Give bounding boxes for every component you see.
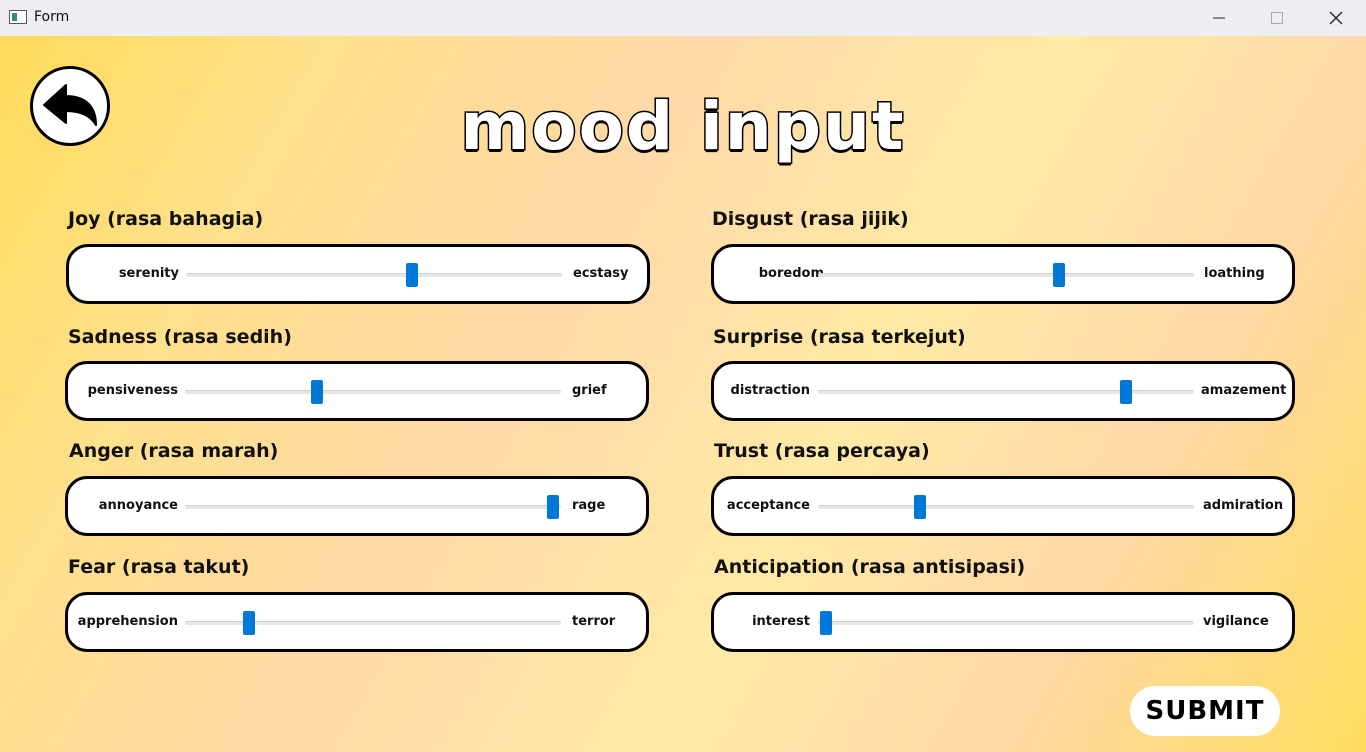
slider-thumb[interactable] — [913, 495, 926, 519]
emotion-label-trust: Trust (rasa percaya) — [714, 440, 930, 462]
emotion-label-sadness: Sadness (rasa sedih) — [68, 326, 292, 348]
slider-low-label: interest — [752, 614, 810, 629]
slider-low-label: boredom — [758, 266, 824, 281]
slider-box-fear: apprehension terror — [65, 592, 649, 652]
emotion-label-surprise: Surprise (rasa terkejut) — [713, 326, 966, 348]
slider-box-joy: serenity ecstasy — [66, 244, 650, 304]
slider-box-sadness: pensiveness grief — [65, 361, 649, 421]
slider-high-label: amazement — [1201, 383, 1287, 398]
slider-high-label: rage — [572, 498, 606, 513]
close-button[interactable] — [1307, 0, 1365, 36]
slider-trust[interactable] — [818, 495, 1194, 519]
minimize-icon — [1213, 17, 1225, 19]
slider-thumb[interactable] — [819, 611, 832, 635]
maximize-icon — [1271, 12, 1283, 24]
slider-thumb[interactable] — [547, 495, 560, 519]
slider-box-surprise: distraction amazement — [711, 361, 1295, 421]
slider-box-anticipation: interest vigilance — [711, 592, 1295, 652]
slider-thumb[interactable] — [310, 380, 323, 404]
slider-thumb[interactable] — [1120, 380, 1133, 404]
slider-box-trust: acceptance admiration — [711, 476, 1295, 536]
slider-high-label: loathing — [1204, 266, 1265, 281]
slider-low-label: pensiveness — [87, 383, 178, 398]
slider-surprise[interactable] — [818, 380, 1194, 404]
maximize-button[interactable] — [1248, 0, 1306, 36]
window-titlebar: Form — [0, 0, 1366, 36]
slider-box-disgust: boredom loathing — [711, 244, 1295, 304]
slider-box-anger: annoyance rage — [65, 476, 649, 536]
slider-joy[interactable] — [186, 263, 562, 287]
emotion-label-anger: Anger (rasa marah) — [69, 440, 279, 462]
slider-sadness[interactable] — [185, 380, 561, 404]
slider-low-label: acceptance — [726, 498, 810, 513]
window-title: Form — [34, 9, 70, 25]
slider-high-label: grief — [572, 383, 607, 398]
slider-anticipation[interactable] — [818, 611, 1194, 635]
close-icon — [1329, 11, 1343, 25]
minimize-button[interactable] — [1190, 0, 1248, 36]
slider-low-label: apprehension — [77, 614, 178, 629]
slider-low-label: distraction — [730, 383, 810, 398]
emotion-label-disgust: Disgust (rasa jijik) — [712, 208, 909, 230]
slider-fear[interactable] — [185, 611, 561, 635]
slider-high-label: admiration — [1203, 498, 1284, 513]
slider-high-label: terror — [572, 614, 616, 629]
slider-high-label: vigilance — [1203, 614, 1269, 629]
emotion-label-anticipation: Anticipation (rasa antisipasi) — [714, 556, 1026, 578]
submit-button[interactable]: SUBMIT — [1130, 686, 1280, 736]
slider-anger[interactable] — [185, 495, 561, 519]
slider-thumb[interactable] — [242, 611, 255, 635]
app-icon — [9, 10, 27, 24]
slider-high-label: ecstasy — [573, 266, 629, 281]
emotion-label-joy: Joy (rasa bahagia) — [68, 208, 264, 230]
form-area: mood input Joy (rasa bahagia) serenity e… — [0, 36, 1366, 752]
slider-disgust[interactable] — [818, 263, 1194, 287]
slider-thumb[interactable] — [405, 263, 418, 287]
page-title: mood input — [459, 87, 906, 167]
slider-thumb[interactable] — [1052, 263, 1065, 287]
slider-low-label: serenity — [118, 266, 179, 281]
slider-low-label: annoyance — [98, 498, 178, 513]
emotion-label-fear: Fear (rasa takut) — [68, 556, 250, 578]
